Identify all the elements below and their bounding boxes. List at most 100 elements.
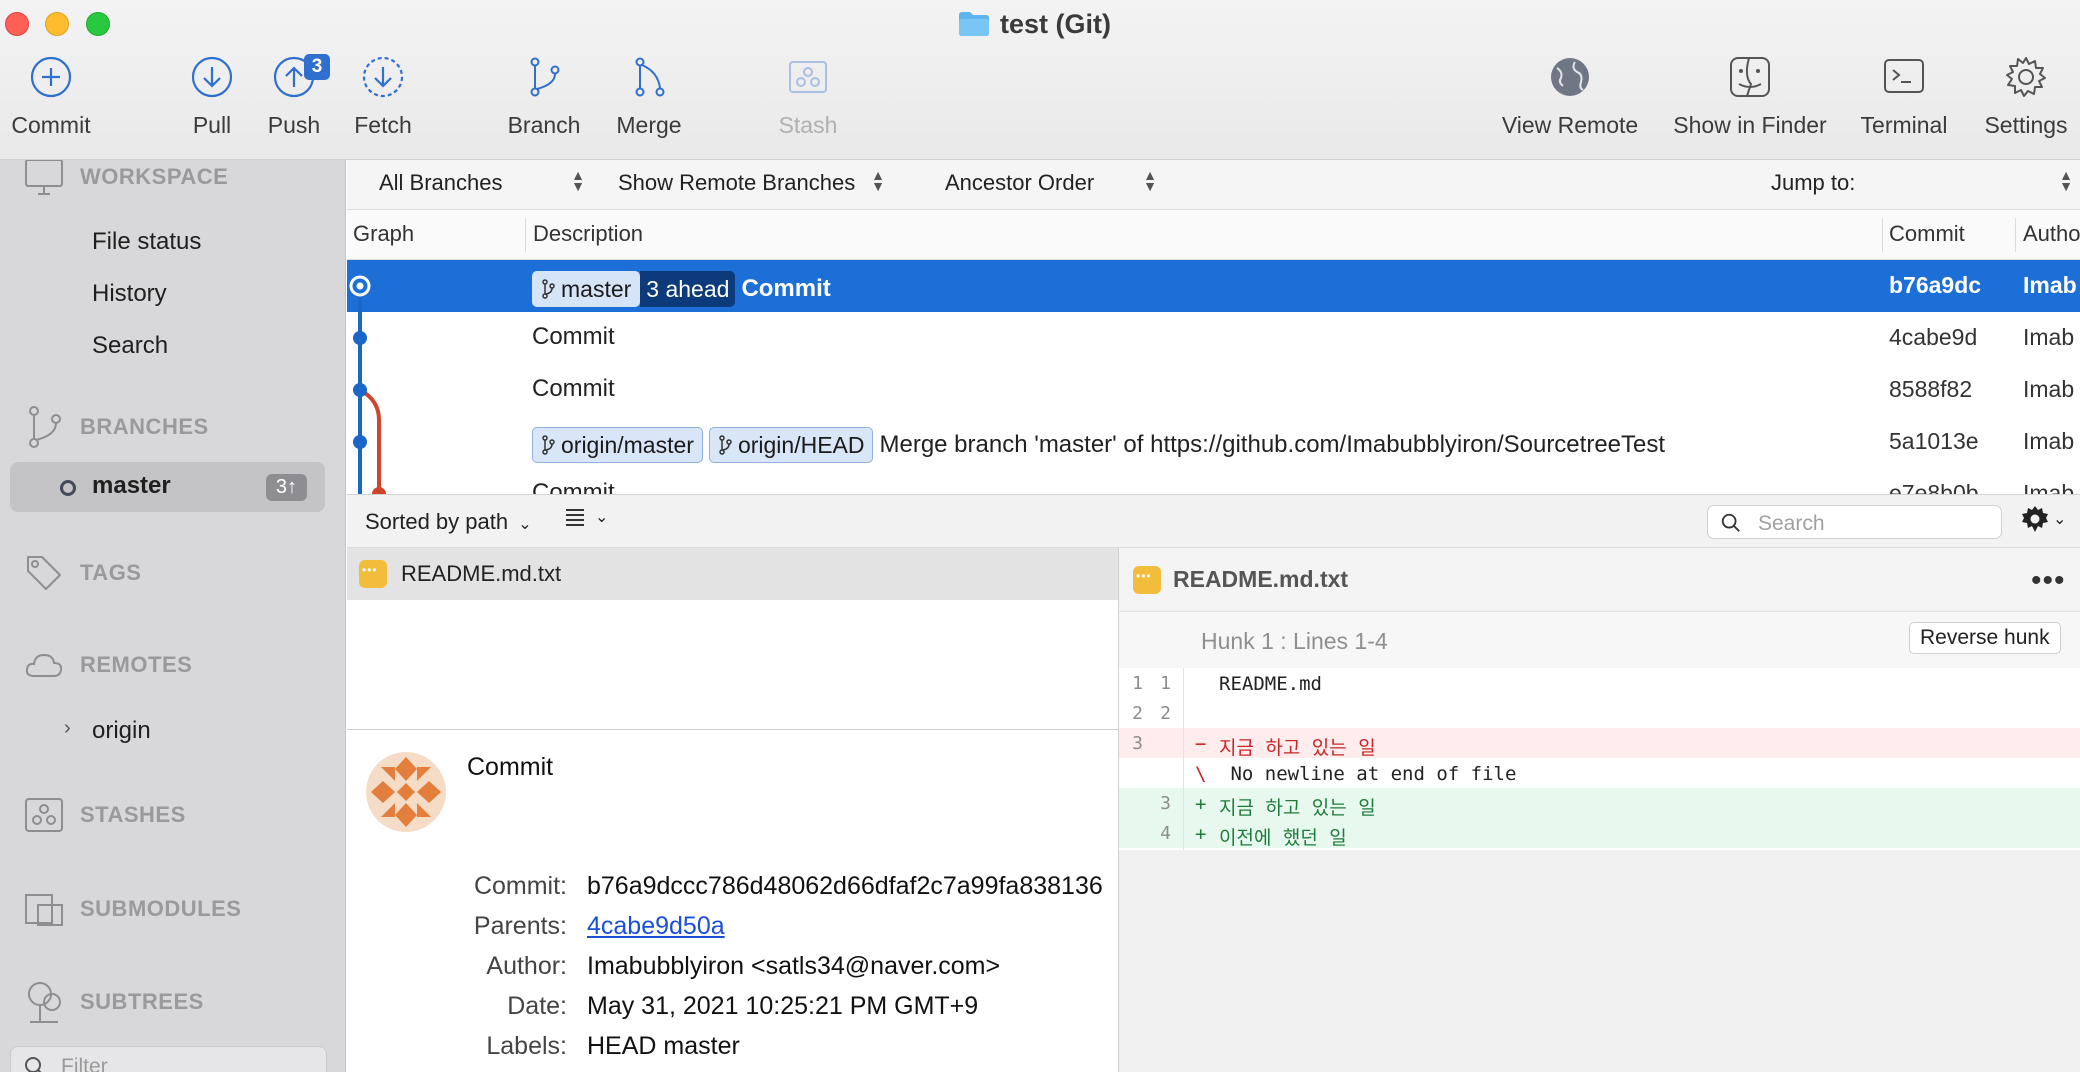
show-in-finder-button[interactable]: Show in Finder xyxy=(1672,56,1828,156)
detail-label-date: Date: xyxy=(507,992,567,1020)
row-description: origin/master origin/HEAD Merge branch '… xyxy=(532,427,1665,463)
sidebar-section-submodules[interactable]: SUBMODULES xyxy=(24,891,241,927)
parent-commit-link[interactable]: 4cabe9d50a xyxy=(587,912,725,941)
monitor-icon xyxy=(25,160,63,195)
expand-chevron-icon[interactable]: › xyxy=(64,717,71,740)
submodules-label: SUBMODULES xyxy=(80,896,242,921)
merge-button[interactable]: Merge xyxy=(614,56,684,156)
commit-button[interactable]: Commit xyxy=(8,56,94,156)
sidebar: WORKSPACE File status History Search BRA… xyxy=(0,160,346,1072)
stash-label: Stash xyxy=(778,112,838,138)
branches-label: BRANCHES xyxy=(80,414,209,439)
column-author[interactable]: Autho xyxy=(2023,221,2080,247)
subtrees-label: SUBTREES xyxy=(80,989,204,1014)
fetch-icon xyxy=(362,56,404,98)
table-row[interactable]: Commit 4cabe9d Imab xyxy=(347,312,2080,364)
sidebar-section-tags[interactable]: TAGS xyxy=(24,553,141,593)
view-remote-label: View Remote xyxy=(1501,112,1639,138)
options-menu-button[interactable]: ⌄ xyxy=(2021,505,2066,533)
jump-to-select[interactable]: ▲ ▼ xyxy=(2059,168,2073,193)
table-row[interactable]: Commit 8588f82 Imab xyxy=(347,364,2080,416)
terminal-button[interactable]: Terminal xyxy=(1858,56,1950,156)
ahead-tag: 3 ahead xyxy=(640,271,736,307)
diff-line-context[interactable]: \ No newline at end of file xyxy=(1119,758,2080,788)
commit-message: Commit xyxy=(741,275,831,302)
stash-button[interactable]: Stash xyxy=(776,56,840,156)
sort-by-select[interactable]: Sorted by path ⌄ xyxy=(365,509,532,535)
sidebar-item-branch-master[interactable]: master 3↑ xyxy=(10,462,325,512)
file-name: README.md.txt xyxy=(401,561,562,586)
graph-node-head-inner xyxy=(356,282,364,290)
branch-button[interactable]: Branch xyxy=(506,56,582,156)
sidebar-section-remotes[interactable]: REMOTES xyxy=(24,650,192,680)
commit-details-panel: Commit Commit: b76a9dccc786d48062d66dfaf… xyxy=(347,731,1118,1072)
commit-sha: 4cabe9d xyxy=(1889,324,1978,350)
commit-message: Merge branch 'master' of https://github.… xyxy=(879,431,1666,458)
view-remote-button[interactable]: View Remote xyxy=(1502,56,1638,156)
sidebar-filter-input[interactable]: Filter xyxy=(10,1046,327,1072)
gear-icon xyxy=(2006,57,2046,97)
search-icon xyxy=(1721,513,1740,532)
graph-node xyxy=(372,487,386,494)
remote-branches-select[interactable]: Show Remote Branches xyxy=(618,170,855,196)
sidebar-section-branches[interactable]: BRANCHES xyxy=(24,405,209,449)
branch-icon xyxy=(719,435,732,455)
list-view-select[interactable]: ⌄ xyxy=(565,507,608,527)
diff-line-context[interactable]: 2 2 xyxy=(1119,698,2080,728)
toolbar: test (Git) Commit Pull 3 Push Fetch Bran… xyxy=(0,0,2080,160)
graph-node xyxy=(353,331,367,345)
sidebar-section-subtrees[interactable]: SUBTREES xyxy=(24,980,204,1024)
hunk-title: Hunk 1 : Lines 1-4 xyxy=(1201,628,1388,654)
chevron-down-icon: ⌄ xyxy=(2053,511,2067,528)
pull-label: Pull xyxy=(192,112,232,138)
fetch-button[interactable]: Fetch xyxy=(350,56,416,156)
pull-button[interactable]: Pull xyxy=(184,56,240,156)
diff-line-added[interactable]: 3 + 지금 하고 있는 일 xyxy=(1119,788,2080,819)
diff-marker: + xyxy=(1195,793,1207,815)
order-select[interactable]: Ancestor Order xyxy=(945,170,1094,196)
branch-tag: master xyxy=(532,271,641,307)
diff-file-name: README.md.txt xyxy=(1173,566,1349,592)
commit-author: Imab xyxy=(2023,428,2075,454)
column-graph[interactable]: Graph xyxy=(353,221,414,247)
push-button[interactable]: 3 Push xyxy=(264,54,330,156)
close-window-button[interactable] xyxy=(5,12,29,36)
diff-line-context[interactable]: 1 1 README.md xyxy=(1119,668,2080,698)
column-description[interactable]: Description xyxy=(533,221,643,247)
column-divider[interactable] xyxy=(2015,218,2016,252)
branch-filter-select[interactable]: All Branches xyxy=(379,170,503,196)
list-item[interactable]: README.md.txt xyxy=(347,548,1118,600)
settings-button[interactable]: Settings xyxy=(1982,56,2070,156)
table-row[interactable]: origin/master origin/HEAD Merge branch '… xyxy=(347,416,2080,468)
current-branch-icon xyxy=(60,480,76,496)
old-line-number: 2 xyxy=(1132,703,1143,724)
diff-line-text: No newline at end of file xyxy=(1219,763,1517,785)
column-commit[interactable]: Commit xyxy=(1889,221,1965,247)
column-divider[interactable] xyxy=(1882,218,1883,252)
more-options-icon[interactable]: ••• xyxy=(2031,564,2066,598)
table-row[interactable]: Commit e7e8b0b Imab xyxy=(347,468,2080,494)
reverse-hunk-button[interactable]: Reverse hunk xyxy=(1909,622,2061,654)
detail-label-author: Author: xyxy=(486,952,567,980)
sidebar-section-stashes[interactable]: STASHES xyxy=(24,797,186,833)
minimize-window-button[interactable] xyxy=(45,12,69,36)
sidebar-item-file-status[interactable]: File status xyxy=(92,228,201,256)
sidebar-item-remote-origin[interactable]: origin xyxy=(92,717,151,745)
file-search-input[interactable]: Search xyxy=(1707,505,2002,539)
commit-label: Commit xyxy=(11,112,91,138)
diff-line-removed[interactable]: 3 − 지금 하고 있는 일 xyxy=(1119,728,2080,759)
sidebar-item-search[interactable]: Search xyxy=(92,332,168,360)
changed-files-list: README.md.txt xyxy=(347,548,1118,730)
zoom-window-button[interactable] xyxy=(86,12,110,36)
remotes-label: REMOTES xyxy=(80,652,193,677)
table-row[interactable]: master 3 ahead Commit b76a9dc Imab xyxy=(347,260,2080,312)
updown-chevron-icon[interactable]: ▲ ▼ xyxy=(871,168,885,193)
sidebar-section-workspace[interactable]: WORKSPACE xyxy=(24,160,228,196)
updown-chevron-icon[interactable]: ▲ ▼ xyxy=(571,168,585,193)
diff-line-added[interactable]: 4 + 이전에 했던 일 xyxy=(1119,818,2080,849)
detail-commit-hash[interactable]: b76a9dccc786d48062d66dfaf2c7a99fa838136 xyxy=(587,872,1103,901)
sidebar-item-history[interactable]: History xyxy=(92,280,167,308)
column-divider[interactable] xyxy=(525,218,526,252)
commit-graph xyxy=(349,275,386,494)
updown-chevron-icon[interactable]: ▲ ▼ xyxy=(1143,168,1157,193)
